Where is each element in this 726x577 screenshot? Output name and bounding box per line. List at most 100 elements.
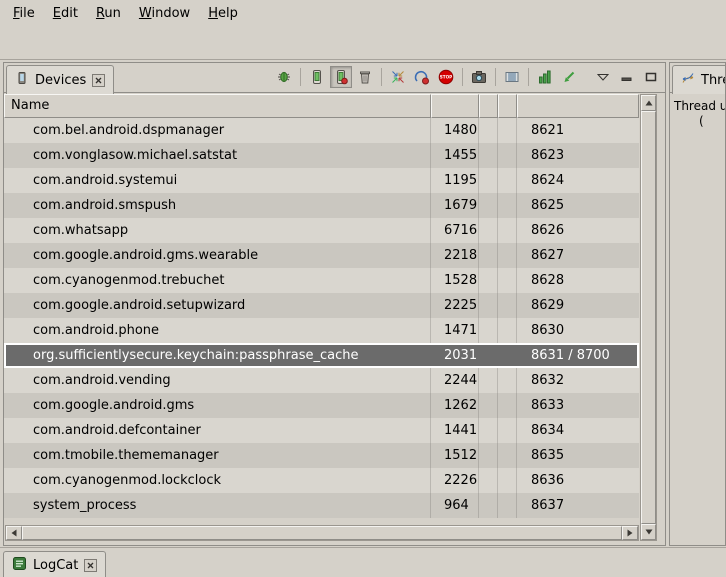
dump-hprof-icon[interactable] [330,66,352,88]
devices-tabbar: Devices [4,63,665,93]
process-name: com.android.defcontainer [4,418,431,443]
stop-process-icon[interactable]: STOP [435,66,457,88]
empty-cell [498,318,517,343]
empty-cell [479,343,498,368]
view-menu-icon[interactable] [592,66,614,88]
scroll-down-icon[interactable] [641,524,656,540]
process-pid: 1528 [431,268,479,293]
minimize-icon[interactable] [616,66,638,88]
scroll-right-icon[interactable] [622,526,638,540]
empty-cell [498,143,517,168]
update-heap-icon[interactable] [306,66,328,88]
table-row[interactable]: com.android.smspush 1679 8625 [4,193,639,218]
threads-message-line1: Thread up [674,99,726,113]
process-port: 8623 [517,143,639,168]
table-row[interactable]: com.cyanogenmod.trebuchet 1528 8628 [4,268,639,293]
debug-process-icon[interactable] [273,66,295,88]
empty-cell [498,368,517,393]
table-row[interactable]: com.vonglasow.michael.satstat 14553 8623 [4,143,639,168]
screen-record-icon[interactable] [501,66,523,88]
update-threads-icon[interactable] [387,66,409,88]
table-row[interactable]: com.google.android.gms 12623 8633 [4,393,639,418]
menu-item[interactable]: Edit [44,3,87,24]
table-row[interactable]: com.android.vending 22440 8632 [4,368,639,393]
close-icon[interactable] [84,559,97,572]
systrace-icon[interactable] [534,66,556,88]
table-row[interactable]: com.google.android.gms.wearable 22185 86… [4,243,639,268]
table-row[interactable]: com.android.defcontainer 14411 8634 [4,418,639,443]
table-row[interactable]: com.bel.android.dspmanager 1480 8621 [4,118,639,143]
empty-cell [498,218,517,243]
table-row[interactable]: com.android.systemui 1195 8624 [4,168,639,193]
process-pid: 964 [431,493,479,518]
process-port: 8635 [517,443,639,468]
start-method-profiling-icon[interactable] [411,66,433,88]
horizontal-scrollbar[interactable] [5,525,639,541]
tab-devices[interactable]: Devices [6,65,114,94]
table-row[interactable]: com.google.android.setupwizard 22250 862… [4,293,639,318]
process-name: com.android.vending [4,368,431,393]
table-row[interactable]: com.android.phone 1471 8630 [4,318,639,343]
svg-text:STOP: STOP [440,75,453,80]
process-port: 8621 [517,118,639,143]
scroll-up-icon[interactable] [641,95,656,111]
vertical-scroll-thumb[interactable] [641,111,656,524]
tab-threads-label: Threa [701,73,726,88]
empty-cell [498,268,517,293]
menu-item[interactable]: File [4,3,44,24]
process-port: 8636 [517,468,639,493]
empty-cell [479,168,498,193]
empty-cell [479,143,498,168]
column-header-c2[interactable] [498,94,517,118]
vertical-scrollbar[interactable] [640,94,657,541]
process-pid: 22440 [431,368,479,393]
cause-gc-icon[interactable] [354,66,376,88]
column-header-port[interactable] [517,94,639,118]
process-port: 8630 [517,318,639,343]
screen-capture-icon[interactable] [468,66,490,88]
process-name: com.android.systemui [4,168,431,193]
process-port: 8625 [517,193,639,218]
table-row[interactable]: com.whatsapp 6716 8626 [4,218,639,243]
menu-item[interactable]: Help [199,3,247,24]
horizontal-scroll-thumb[interactable] [22,526,622,540]
menu-item[interactable]: Window [130,3,199,24]
devices-panel: Devices [3,62,666,546]
process-pid: 1471 [431,318,479,343]
table-row[interactable]: com.tmobile.thememanager 1512 8635 [4,443,639,468]
empty-cell [479,468,498,493]
threads-panel: Threa Thread up ( [669,62,726,546]
scroll-left-icon[interactable] [6,526,22,540]
process-name: com.google.android.gms [4,393,431,418]
menu-item[interactable]: Run [87,3,130,24]
empty-cell [498,168,517,193]
tab-logcat-label: LogCat [33,558,78,573]
process-pid: 22185 [431,243,479,268]
empty-cell [479,368,498,393]
maximize-icon[interactable] [640,66,662,88]
process-port: 8631 / 8700 [517,343,639,368]
empty-cell [479,243,498,268]
table-row[interactable]: system_process 964 8637 [4,493,639,518]
table-row[interactable]: org.sufficientlysecure.keychain:passphra… [4,343,639,368]
process-pid: 1679 [431,193,479,218]
logcat-icon [12,556,27,575]
process-pid: 6716 [431,218,479,243]
close-icon[interactable] [92,74,105,87]
column-header-c1[interactable] [479,94,498,118]
process-name: com.whatsapp [4,218,431,243]
device-icon [15,71,29,89]
toolbar-separator [462,68,463,86]
start-opengl-trace-icon[interactable] [558,66,580,88]
column-header-pid[interactable] [431,94,479,118]
tab-threads[interactable]: Threa [672,65,726,94]
empty-cell [479,268,498,293]
process-name: com.android.smspush [4,193,431,218]
table-row[interactable]: com.cyanogenmod.lockclock 22265 8636 [4,468,639,493]
column-header-name[interactable]: Name [4,94,431,118]
empty-cell [498,418,517,443]
logcat-bar: LogCat [0,547,726,577]
process-port: 8624 [517,168,639,193]
process-name: com.bel.android.dspmanager [4,118,431,143]
tab-logcat[interactable]: LogCat [3,551,106,577]
